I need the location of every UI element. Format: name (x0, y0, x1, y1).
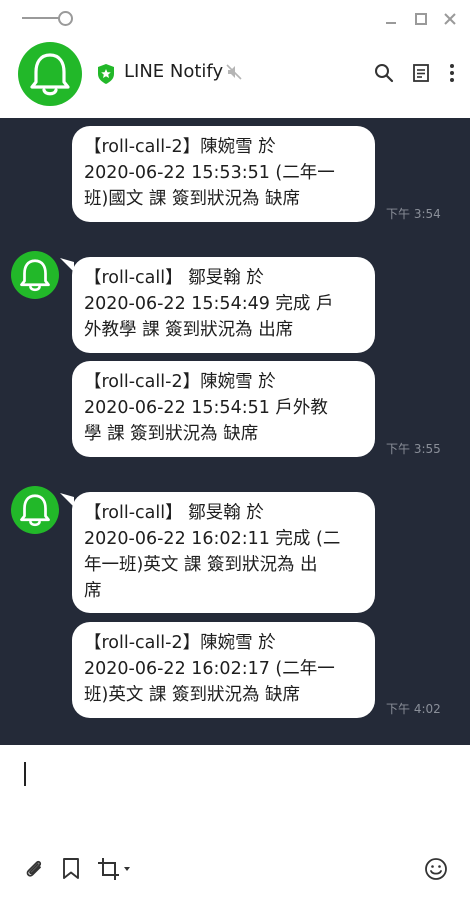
message-bubble[interactable]: 【roll-call-2】陳婉雪 於 2020-06-22 15:54:51 戶… (72, 361, 375, 457)
emoji-icon[interactable] (424, 857, 448, 881)
message-line: 【roll-call】 鄒旻翰 於 (84, 268, 264, 288)
more-vertical-icon[interactable] (444, 63, 460, 83)
message-line: 外教學 課 簽到狀況為 出席 (84, 320, 294, 340)
bookmark-icon[interactable] (60, 857, 82, 881)
sender-avatar[interactable] (11, 251, 59, 299)
chat-header: LINE Notify (0, 38, 470, 118)
bell-icon (20, 494, 50, 527)
message-line: 席 (84, 581, 102, 601)
message-line: 2020-06-22 16:02:17 (二年一 (84, 659, 335, 679)
paperclip-icon[interactable] (22, 857, 46, 881)
message-line: 【roll-call】 鄒旻翰 於 (84, 503, 264, 523)
message-line: 【roll-call-2】陳婉雪 於 (84, 137, 276, 157)
shield-star-icon (98, 64, 114, 84)
message-time: 下午 4:02 (386, 702, 441, 716)
message-line: 【roll-call-2】陳婉雪 於 (84, 372, 276, 392)
title-bar (0, 0, 470, 38)
message-bubble[interactable]: 【roll-call】 鄒旻翰 於 2020-06-22 15:54:49 完成… (72, 257, 375, 353)
message-line: 班)國文 課 簽到狀況為 缺席 (84, 189, 301, 209)
message-time: 下午 3:54 (386, 207, 441, 221)
maximize-icon (415, 13, 427, 25)
search-icon[interactable] (374, 63, 394, 83)
minimize-button[interactable] (382, 10, 400, 28)
message-line: 2020-06-22 15:53:51 (二年一 (84, 163, 335, 183)
notes-icon[interactable] (411, 63, 431, 83)
message-input-area[interactable] (0, 745, 470, 897)
message-line: 班)英文 課 簽到狀況為 缺席 (84, 685, 301, 705)
minimize-icon (386, 22, 396, 24)
pin-slider-track[interactable] (22, 17, 60, 19)
pin-slider-handle[interactable] (58, 11, 73, 26)
maximize-button[interactable] (412, 10, 430, 28)
text-caret (24, 762, 26, 786)
message-bubble[interactable]: 【roll-call】 鄒旻翰 於 2020-06-22 16:02:11 完成… (72, 492, 375, 613)
message-time: 下午 3:55 (386, 442, 441, 456)
chat-avatar[interactable] (18, 42, 82, 106)
message-line: 2020-06-22 15:54:51 戶外教 (84, 398, 328, 418)
bell-icon (20, 259, 50, 292)
sender-avatar[interactable] (11, 486, 59, 534)
message-line: 年一班)英文 課 簽到狀況為 出 (84, 555, 318, 575)
message-line: 【roll-call-2】陳婉雪 於 (84, 633, 276, 653)
message-bubble[interactable]: 【roll-call-2】陳婉雪 於 2020-06-22 16:02:17 (… (72, 622, 375, 718)
close-icon (444, 13, 456, 25)
message-bubble[interactable]: 【roll-call-2】陳婉雪 於 2020-06-22 15:53:51 (… (72, 126, 375, 222)
message-line: 學 課 簽到狀況為 缺席 (84, 424, 259, 444)
message-list[interactable]: 【roll-call-2】陳婉雪 於 2020-06-22 15:53:51 (… (0, 118, 470, 745)
message-line: 2020-06-22 16:02:11 完成 (二 (84, 529, 341, 549)
message-line: 2020-06-22 15:54:49 完成 戶 (84, 294, 334, 314)
bell-icon (30, 53, 70, 96)
chat-name: LINE Notify (124, 61, 224, 82)
message-input[interactable] (0, 745, 470, 845)
mute-icon (226, 64, 242, 80)
crop-icon[interactable] (97, 857, 133, 881)
close-button[interactable] (441, 10, 459, 28)
